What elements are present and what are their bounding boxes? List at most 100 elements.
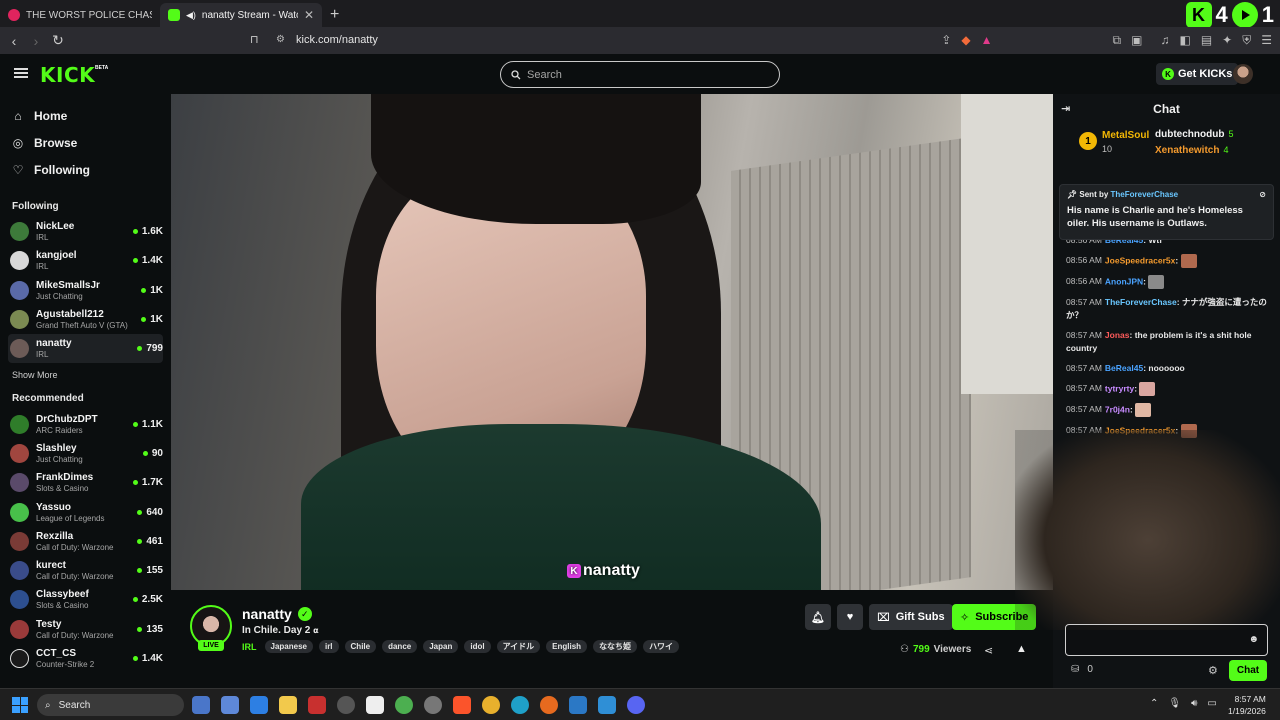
chrome-icon[interactable] — [482, 696, 500, 714]
leader-first[interactable]: MetalSoul — [1102, 130, 1149, 141]
sidebar-icon[interactable]: ◧ — [1179, 33, 1190, 48]
extensions-icon[interactable]: ⧉ — [1113, 33, 1122, 48]
sidebar-channel-nanatty[interactable]: nanatty IRL 799 — [8, 334, 163, 364]
app-icon[interactable] — [395, 696, 413, 714]
app-icon[interactable] — [366, 696, 384, 714]
sidebar-channel-nicklee[interactable]: NickLee IRL 1.6K — [0, 217, 163, 246]
new-tab-button[interactable]: + — [322, 6, 347, 27]
ai-icon[interactable]: ✦ — [1222, 33, 1232, 48]
tag[interactable]: Japan — [423, 640, 459, 653]
sidebar-channel-classybeef[interactable]: Classybeef Slots & Casino 2.5K — [0, 585, 163, 614]
chat-header: ⇥ Chat — [1053, 94, 1280, 124]
firefox-icon[interactable] — [540, 696, 558, 714]
rewards-icon[interactable]: ▲ — [981, 33, 993, 48]
edge-icon[interactable] — [511, 696, 529, 714]
windows-start-icon[interactable] — [12, 697, 28, 713]
battery-icon[interactable]: ▭ — [1207, 698, 1216, 709]
sidebar-channel-kurect[interactable]: kurect Call of Duty: Warzone 155 — [0, 556, 163, 585]
channel-name[interactable]: nanatty — [242, 606, 292, 622]
sidebar-channel-mikesmallsjr[interactable]: MikeSmallsJr Just Chatting 1K — [0, 276, 163, 305]
sidebar-channel-frankdimes[interactable]: FrankDimes Slots & Casino 1.7K — [0, 468, 163, 497]
site-info-icon[interactable]: ⚙ — [276, 34, 285, 45]
taskbar-search[interactable]: ⌕ Search — [37, 694, 184, 716]
menu-icon[interactable]: ☰ — [1261, 33, 1272, 48]
sidebar-channel-cct-cs[interactable]: CCT_CS Counter-Strike 2 1.4K — [0, 644, 163, 673]
app-icon[interactable] — [250, 696, 268, 714]
music-icon[interactable]: ♫ — [1160, 33, 1169, 48]
url-field[interactable]: kick.com/nanatty — [296, 34, 378, 46]
chevron-up-icon[interactable]: ⌃ — [1150, 698, 1158, 709]
share-icon[interactable]: ⇪ — [941, 33, 951, 48]
unpin-icon[interactable]: ⊘ — [1259, 190, 1266, 199]
show-more-link[interactable]: Show More — [0, 365, 170, 385]
tag[interactable]: dance — [382, 640, 418, 653]
close-tab-icon[interactable]: ✕ — [304, 8, 314, 22]
tag[interactable]: Chile — [344, 640, 377, 653]
sidebar-channel-kangjoel[interactable]: kangjoel IRL 1.4K — [0, 246, 163, 275]
tag[interactable]: irl — [318, 640, 339, 653]
discord-icon[interactable] — [627, 696, 645, 714]
address-bar-row: ‹ › ↻ ⊓ ⚙ kick.com/nanatty ⇪ ◆ ▲ ⧉ ▣ ♫ ◧… — [0, 27, 1280, 54]
following-section-title: Following — [12, 201, 59, 212]
taskbar-clock[interactable]: 8:57 AM 1/19/2026 — [1228, 693, 1266, 717]
pinned-message[interactable]: 📌︎ Sent by TheForeverChase ⊘ His name is… — [1059, 184, 1274, 240]
sidebar-channel-slashley[interactable]: Slashley Just Chatting 90 — [0, 439, 163, 468]
user-avatar[interactable] — [1233, 64, 1253, 84]
brave-shield-icon[interactable]: ◆ — [961, 33, 970, 48]
gift-subs-button[interactable]: ⌧ Gift Subs — [869, 604, 953, 630]
vpn-icon[interactable]: ⛨ — [1242, 33, 1251, 48]
sidebar-channel-agustabell212[interactable]: Agustabell212 Grand Theft Auto V (GTA) 1K — [0, 305, 163, 334]
app-icon[interactable] — [569, 696, 587, 714]
hamburger-menu-icon[interactable] — [14, 68, 28, 78]
forward-icon[interactable]: › — [25, 33, 47, 49]
tag[interactable]: English — [546, 640, 588, 653]
back-icon[interactable]: ‹ — [3, 33, 25, 49]
nav-home[interactable]: ⌂ Home — [0, 102, 170, 129]
leader-third[interactable]: Xenathewitch 4 — [1155, 145, 1228, 156]
wallet-icon[interactable]: ▤ — [1201, 33, 1212, 48]
bookmark-icon[interactable]: ⊓ — [250, 33, 259, 46]
app-icon[interactable] — [192, 696, 210, 714]
brave-browser-icon[interactable] — [453, 696, 471, 714]
sidebar-channel-drchubzdpt[interactable]: DrChubzDPT ARC Raiders 1.1K — [0, 409, 163, 438]
follow-heart-button[interactable]: ♥ — [837, 604, 863, 630]
search-input[interactable] — [527, 68, 757, 81]
video-player[interactable] — [171, 94, 1053, 590]
app-icon[interactable] — [308, 696, 326, 714]
notification-bell-button[interactable]: 🔔︎ — [805, 604, 831, 630]
channel-category: Call of Duty: Warzone — [36, 630, 114, 640]
tag[interactable]: idol — [464, 640, 491, 653]
tab-icon[interactable]: ▣ — [1131, 33, 1142, 48]
stream-title-text: In Chile. Day 2 — [242, 625, 311, 636]
nav-following[interactable]: ♡ Following — [0, 156, 170, 183]
report-icon[interactable]: ▲ — [1016, 643, 1027, 655]
heart-icon: ♡ — [12, 162, 24, 177]
nav-browse[interactable]: ◎ Browse — [0, 129, 170, 156]
tag[interactable]: アイドル — [496, 640, 541, 653]
search-box[interactable] — [500, 61, 780, 88]
tag[interactable]: Japanese — [264, 640, 313, 653]
sidebar-channel-rexzilla[interactable]: Rexzilla Call of Duty: Warzone 461 — [0, 527, 163, 556]
category-link[interactable]: IRL — [242, 642, 257, 652]
browser-tab-active[interactable]: ◀) nanatty Stream - Watch Live o ✕ — [160, 3, 322, 27]
tag[interactable]: ハワイ — [643, 640, 680, 653]
reload-icon[interactable]: ↻ — [47, 32, 69, 49]
vscode-icon[interactable] — [598, 696, 616, 714]
kick-logo[interactable]: KICK — [40, 63, 95, 87]
leader-second[interactable]: dubtechnodub 5 — [1155, 129, 1233, 140]
file-explorer-icon[interactable] — [279, 696, 297, 714]
app-icon[interactable] — [424, 696, 442, 714]
stream-title: In Chile. Day 2 ⍺ — [242, 625, 319, 636]
sidebar-channel-yassuo[interactable]: Yassuo League of Legends 640 — [0, 497, 163, 526]
share-icon[interactable]: ⋖ — [984, 644, 993, 657]
volume-icon[interactable]: 🔊︎ — [1191, 698, 1197, 709]
browser-tab[interactable]: THE WORST POLICE CHASE I'VE EVER — [0, 3, 160, 27]
tag[interactable]: ななち姫 — [593, 640, 638, 653]
collapse-chat-icon[interactable]: ⇥ — [1061, 102, 1070, 115]
app-icon[interactable] — [221, 696, 239, 714]
pinned-text: His name is Charlie and he's Homeless oi… — [1067, 205, 1243, 229]
microphone-icon[interactable]: 🎙︎ — [1168, 698, 1181, 709]
get-kicks-button[interactable]: K Get KICKs — [1156, 63, 1239, 85]
sidebar-channel-testy[interactable]: Testy Call of Duty: Warzone 135 — [0, 615, 163, 644]
app-icon[interactable] — [337, 696, 355, 714]
